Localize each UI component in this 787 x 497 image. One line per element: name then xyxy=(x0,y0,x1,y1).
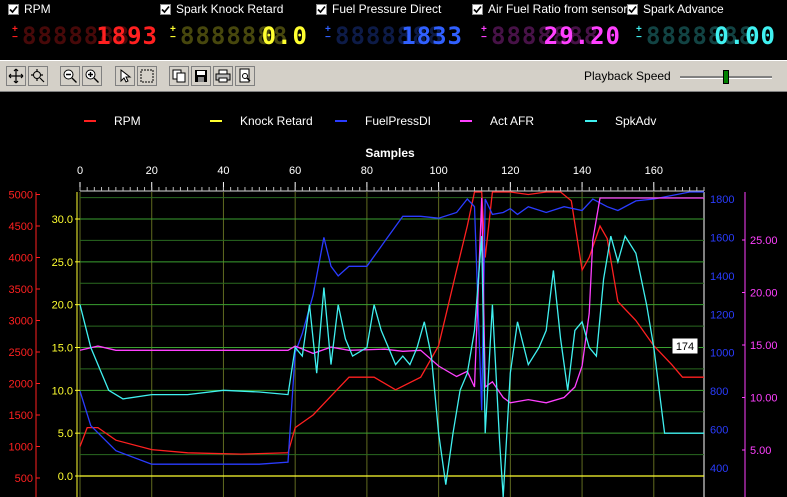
fuel-axis-label: 800 xyxy=(710,386,728,398)
zoom-move-icon xyxy=(31,69,45,83)
copy-button[interactable] xyxy=(169,66,189,86)
gauge-panel: RPM + − 8888888 1893 Spark Knock Retard + −… xyxy=(0,0,787,60)
pointer-icon xyxy=(120,68,132,83)
x-tick-label: 80 xyxy=(361,165,373,177)
gauge-readout: 8888888 29.20 xyxy=(491,22,621,50)
rpm-axis-label: 4000 xyxy=(9,253,33,265)
rpm-axis-label: 500 xyxy=(15,473,33,485)
rpm-axis-label: 3000 xyxy=(9,316,33,328)
spark-advance-checkbox[interactable] xyxy=(627,3,638,15)
knock-axis-label: 5.0 xyxy=(58,428,73,440)
print-preview-button[interactable] xyxy=(235,66,255,86)
x-tick-label: 120 xyxy=(501,165,519,177)
gauge-label: Air Fuel Ratio from sensor xyxy=(488,2,628,16)
fuel-axis-label: 1800 xyxy=(710,194,734,206)
rpm-axis-label: 2000 xyxy=(9,379,33,391)
pan-button[interactable] xyxy=(6,66,26,86)
move-icon xyxy=(8,68,24,84)
playback-speed-slider[interactable] xyxy=(680,70,772,84)
zoom-out-button[interactable] xyxy=(60,66,80,86)
plus-minus-icon: + − xyxy=(481,24,487,43)
plus-minus-icon: + − xyxy=(325,24,331,43)
gauge-label: Spark Knock Retard xyxy=(176,2,284,16)
knock-axis-label: 15.0 xyxy=(52,343,73,355)
fuel-axis-label: 1000 xyxy=(710,348,734,360)
gauge-readout: 8888888 0.00 xyxy=(646,22,776,50)
rpm-axis-label: 1000 xyxy=(9,442,33,454)
x-tick-label: 140 xyxy=(573,165,591,177)
fuel-axis-label: 400 xyxy=(710,463,728,475)
x-tick-label: 0 xyxy=(77,165,83,177)
gauge-readout: 8888888 1833 xyxy=(335,22,463,50)
gauge-readout: 8888888 0.0 xyxy=(180,22,308,50)
rpm-axis-label: 1500 xyxy=(9,410,33,422)
select-button[interactable] xyxy=(115,66,135,86)
series-line-fuelpressdi xyxy=(79,191,704,465)
chart-panel: RPM Knock Retard FuelPressDI Act AFR SpkAdv … xyxy=(0,92,787,497)
x-tick-label: 20 xyxy=(146,165,158,177)
gauge-rpm: RPM + − 8888888 1893 xyxy=(8,0,158,60)
x-tick-label: 160 xyxy=(645,165,663,177)
afr-axis-label: 10.00 xyxy=(750,393,778,405)
fuel-axis-label: 1200 xyxy=(710,309,734,321)
gauge-label: Spark Advance xyxy=(643,2,724,16)
gauge-knock: Spark Knock Retard + − 8888888 0.0 xyxy=(160,0,310,60)
afr-axis-label: 25.00 xyxy=(750,235,778,247)
zoom-in-icon xyxy=(85,69,99,83)
knock-axis-label: 30.0 xyxy=(52,214,73,226)
rpm-axis-label: 4500 xyxy=(9,221,33,233)
afr-axis-label: 20.00 xyxy=(750,288,778,300)
series-line-act-afr xyxy=(79,197,704,404)
print-button[interactable] xyxy=(213,66,233,86)
select-rect-button[interactable] xyxy=(137,66,157,86)
rpm-axis-label: 3500 xyxy=(9,284,33,296)
rpm-axis-label: 5000 xyxy=(9,190,33,202)
copy-icon xyxy=(172,69,186,83)
gauge-label: Fuel Pressure Direct xyxy=(332,2,442,16)
chart-title: Samples xyxy=(365,146,415,160)
line-chart[interactable]: Samples0 20 40 60 80 100 120 140 160500045004000… xyxy=(0,92,787,497)
afr-checkbox[interactable] xyxy=(472,3,483,15)
rpm-axis-label: 2500 xyxy=(9,347,33,359)
print-preview-icon xyxy=(239,68,251,83)
gauge-fuel: Fuel Pressure Direct + − 8888888 1833 xyxy=(316,0,466,60)
knock-checkbox[interactable] xyxy=(160,3,171,15)
save-icon xyxy=(195,70,207,82)
plus-minus-icon: + − xyxy=(636,24,642,43)
zoom-region-button[interactable] xyxy=(28,66,48,86)
x-tick-label: 60 xyxy=(289,165,301,177)
x-tick-label: 100 xyxy=(429,165,447,177)
afr-axis-label: 15.00 xyxy=(750,340,778,352)
fuel-axis-label: 600 xyxy=(710,425,728,437)
gauge-afr: Air Fuel Ratio from sensor + − 8888888 29.… xyxy=(472,0,628,60)
cursor-marker-label: 174 xyxy=(676,341,694,353)
gauge-label: RPM xyxy=(24,2,51,16)
knock-axis-label: 20.0 xyxy=(52,300,73,312)
knock-axis-label: 0.0 xyxy=(58,471,73,483)
afr-axis-label: 5.00 xyxy=(750,445,771,457)
knock-axis-label: 25.0 xyxy=(52,257,73,269)
zoom-out-icon xyxy=(63,69,77,83)
toolbar: Playback Speed xyxy=(0,60,787,92)
save-button[interactable] xyxy=(191,66,211,86)
fuel-axis-label: 1600 xyxy=(710,232,734,244)
playback-speed-label: Playback Speed xyxy=(584,69,671,83)
x-tick-label: 40 xyxy=(217,165,229,177)
slider-thumb[interactable] xyxy=(723,70,729,84)
fuel-checkbox[interactable] xyxy=(316,3,327,15)
plus-minus-icon: + − xyxy=(12,24,18,43)
zoom-in-button[interactable] xyxy=(82,66,102,86)
gauge-readout: 8888888 1893 xyxy=(22,22,158,50)
fuel-axis-label: 1400 xyxy=(710,271,734,283)
series-line-spkadv xyxy=(79,234,704,497)
printer-icon xyxy=(215,69,231,83)
rpm-checkbox[interactable] xyxy=(8,3,19,15)
selection-rect-icon xyxy=(140,69,154,83)
knock-axis-label: 10.0 xyxy=(52,385,73,397)
gauge-spark-advance: Spark Advance + − 8888888 0.00 xyxy=(627,0,782,60)
plus-minus-icon: + − xyxy=(170,24,176,43)
